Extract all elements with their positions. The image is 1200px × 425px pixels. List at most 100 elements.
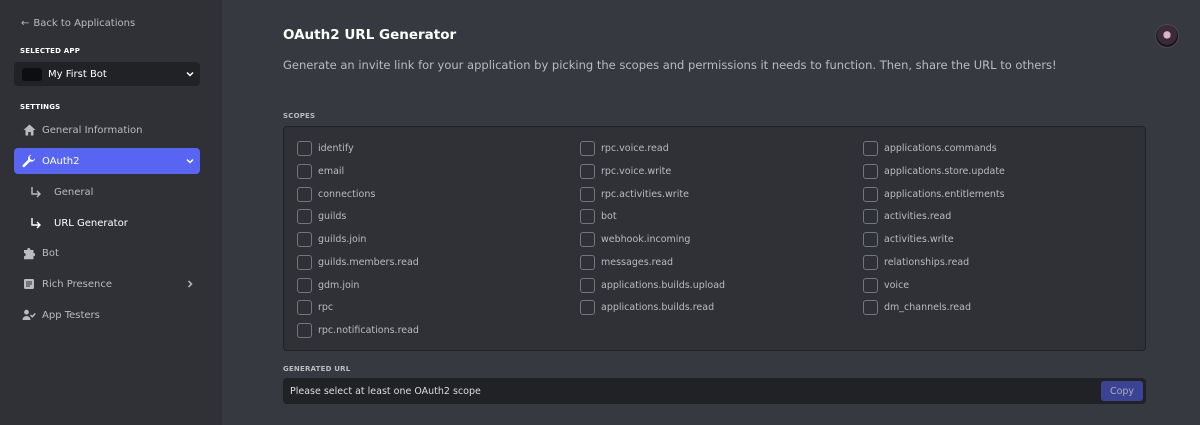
arrow-left-icon: ← — [21, 18, 30, 29]
checkbox[interactable] — [297, 186, 312, 202]
sidebar: ← Back to Applications SELECTED APP My Fi… — [0, 0, 222, 425]
scope-checkbox-activities-read[interactable]: activities.read — [863, 207, 951, 225]
scope-label: applications.store.update — [884, 165, 1005, 177]
scope-checkbox-rpc-notifications-read[interactable]: rpc.notifications.read — [297, 321, 419, 339]
scope-checkbox-bot[interactable]: bot — [580, 207, 617, 225]
sidebar-item-rich-presence[interactable]: Rich Presence — [14, 271, 200, 297]
scopes-label: SCOPES — [283, 112, 316, 120]
scope-checkbox-relationships-read[interactable]: relationships.read — [863, 253, 969, 271]
scope-label: email — [318, 165, 345, 177]
scope-label: applications.entitlements — [884, 188, 1005, 200]
app-selector[interactable]: My First Bot — [14, 62, 200, 86]
checkbox[interactable] — [297, 140, 312, 156]
checkbox[interactable] — [297, 322, 312, 338]
checkbox[interactable] — [863, 186, 878, 202]
scope-checkbox-email[interactable]: email — [297, 162, 344, 180]
sidebar-item-general-information[interactable]: General Information — [14, 117, 200, 143]
checkbox[interactable] — [580, 186, 595, 202]
sidebar-item-label: Rich Presence — [42, 278, 112, 290]
selected-app-label: SELECTED APP — [20, 47, 81, 55]
scope-label: rpc.notifications.read — [318, 324, 419, 336]
subitem-arrow-icon — [30, 214, 42, 233]
user-avatar[interactable] — [1155, 24, 1179, 48]
scope-label: identify — [318, 142, 354, 154]
scope-checkbox-guilds-members-read[interactable]: guilds.members.read — [297, 253, 419, 271]
scope-checkbox-guilds[interactable]: guilds — [297, 207, 346, 225]
scope-label: guilds.members.read — [318, 256, 419, 268]
sidebar-item-oauth2[interactable]: OAuth2 — [14, 148, 200, 174]
chevron-down-icon — [180, 156, 200, 166]
checkbox[interactable] — [863, 254, 878, 270]
scope-checkbox-rpc-voice-write[interactable]: rpc.voice.write — [580, 162, 671, 180]
scope-checkbox-rpc-voice-read[interactable]: rpc.voice.read — [580, 139, 669, 157]
chevron-right-icon — [180, 279, 200, 289]
scope-checkbox-applications-entitlements[interactable]: applications.entitlements — [863, 185, 1005, 203]
scope-checkbox-rpc-activities-write[interactable]: rpc.activities.write — [580, 185, 689, 203]
scope-checkbox-gdm-join[interactable]: gdm.join — [297, 276, 359, 294]
scope-checkbox-applications-commands[interactable]: applications.commands — [863, 139, 997, 157]
copy-button[interactable]: Copy — [1101, 381, 1143, 401]
settings-label: SETTINGS — [20, 103, 61, 111]
checkbox[interactable] — [863, 299, 878, 315]
scope-checkbox-connections[interactable]: connections — [297, 185, 375, 203]
checkbox[interactable] — [863, 208, 878, 224]
checkbox[interactable] — [580, 231, 595, 247]
checkbox[interactable] — [297, 208, 312, 224]
puzzle-icon — [20, 247, 38, 260]
scope-checkbox-voice[interactable]: voice — [863, 276, 909, 294]
scope-label: messages.read — [601, 256, 674, 268]
scope-label: bot — [601, 210, 617, 222]
scope-label: rpc — [318, 301, 334, 313]
scope-label: activities.write — [884, 233, 954, 245]
scope-checkbox-rpc[interactable]: rpc — [297, 298, 333, 316]
scope-checkbox-identify[interactable]: identify — [297, 139, 354, 157]
checkbox[interactable] — [580, 277, 595, 293]
wrench-icon — [20, 154, 38, 168]
checkbox[interactable] — [580, 163, 595, 179]
back-to-applications-link[interactable]: ← Back to Applications — [21, 18, 135, 29]
checkbox[interactable] — [580, 299, 595, 315]
checkbox[interactable] — [580, 254, 595, 270]
scope-checkbox-guilds-join[interactable]: guilds.join — [297, 230, 366, 248]
checkbox[interactable] — [297, 254, 312, 270]
scope-checkbox-applications-builds-upload[interactable]: applications.builds.upload — [580, 276, 725, 294]
scope-label: rpc.voice.write — [601, 165, 672, 177]
sidebar-item-label: General Information — [42, 124, 143, 136]
user-check-icon — [20, 309, 38, 321]
sidebar-item-app-testers[interactable]: App Testers — [14, 302, 200, 328]
checkbox[interactable] — [863, 231, 878, 247]
scope-checkbox-applications-store-update[interactable]: applications.store.update — [863, 162, 1005, 180]
checkbox[interactable] — [863, 277, 878, 293]
scope-checkbox-webhook-incoming[interactable]: webhook.incoming — [580, 230, 690, 248]
scope-label: gdm.join — [318, 279, 360, 291]
checkbox[interactable] — [580, 208, 595, 224]
scope-checkbox-activities-write[interactable]: activities.write — [863, 230, 954, 248]
checkbox[interactable] — [297, 299, 312, 315]
scopes-panel: identify email connections guilds guilds… — [283, 126, 1146, 351]
scope-label: applications.commands — [884, 142, 997, 154]
checkbox[interactable] — [297, 163, 312, 179]
scope-label: rpc.voice.read — [601, 142, 669, 154]
scope-label: webhook.incoming — [601, 233, 691, 245]
scope-label: activities.read — [884, 210, 952, 222]
sidebar-subitem-label: URL Generator — [54, 217, 128, 229]
scope-checkbox-applications-builds-read[interactable]: applications.builds.read — [580, 298, 714, 316]
scope-label: voice — [884, 279, 910, 291]
checkbox[interactable] — [297, 231, 312, 247]
scope-label: applications.builds.upload — [601, 279, 726, 291]
chevron-down-icon — [180, 69, 200, 79]
sidebar-item-label: OAuth2 — [42, 155, 80, 167]
sidebar-subitem-url-generator[interactable]: URL Generator — [30, 213, 128, 233]
app-name: My First Bot — [48, 68, 107, 80]
generated-url-field[interactable]: Please select at least one OAuth2 scope … — [283, 378, 1146, 404]
checkbox[interactable] — [580, 140, 595, 156]
checkbox[interactable] — [863, 140, 878, 156]
sidebar-item-bot[interactable]: Bot — [14, 240, 200, 266]
checkbox[interactable] — [863, 163, 878, 179]
sidebar-item-label: App Testers — [42, 309, 100, 321]
scope-label: relationships.read — [884, 256, 970, 268]
checkbox[interactable] — [297, 277, 312, 293]
scope-checkbox-messages-read[interactable]: messages.read — [580, 253, 673, 271]
scope-checkbox-dm-channels-read[interactable]: dm_channels.read — [863, 298, 971, 316]
sidebar-subitem-general[interactable]: General — [30, 182, 93, 202]
